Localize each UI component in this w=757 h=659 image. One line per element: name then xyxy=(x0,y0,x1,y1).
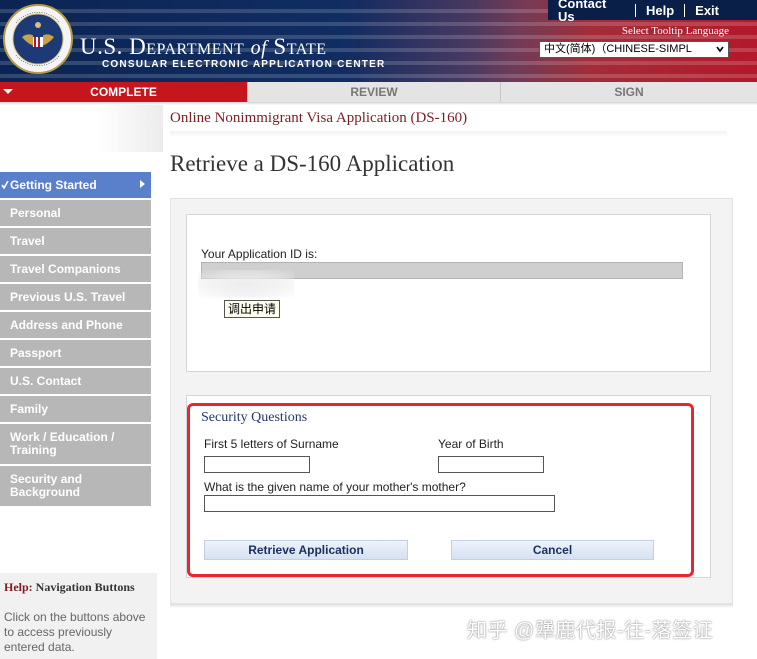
tab-review-label: REVIEW xyxy=(350,85,398,99)
help-text: Click on the buttons above to access pre… xyxy=(4,610,146,654)
redaction-blur xyxy=(198,270,294,298)
tooltip-language-label: Select Tooltip Language xyxy=(621,25,729,37)
help-title-rest: Navigation Buttons xyxy=(32,580,135,594)
mothers-mother-label: What is the given name of your mother's … xyxy=(204,480,466,494)
surname-input[interactable] xyxy=(204,456,310,473)
sidebar-item-label: Security and Background xyxy=(10,472,83,499)
sidebar-item-security-and-background[interactable]: Security and Background xyxy=(0,466,151,506)
year-of-birth-input[interactable] xyxy=(438,456,544,473)
department-seal-icon xyxy=(3,4,73,74)
tab-complete[interactable]: COMPLETE xyxy=(0,82,247,102)
sidebar-item-previous-us-travel[interactable]: Previous U.S. Travel xyxy=(0,284,151,310)
tab-complete-label: COMPLETE xyxy=(90,85,157,99)
security-questions-title: Security Questions xyxy=(201,410,308,425)
dept-title-prefix: U.S. Department xyxy=(80,34,251,59)
dept-title-suffix: State xyxy=(267,34,327,59)
tab-sign: SIGN xyxy=(500,82,757,102)
sidebar-item-label: Previous U.S. Travel xyxy=(10,289,126,304)
sidebar-nav: Getting Started Personal Travel Travel C… xyxy=(0,172,151,508)
sidebar-item-travel[interactable]: Travel xyxy=(0,228,151,254)
watermark: 知乎 @犟鹿代报-往-落签证 xyxy=(467,620,714,642)
retrieve-application-button[interactable]: Retrieve Application xyxy=(204,540,408,560)
sidebar-item-us-contact[interactable]: U.S. Contact xyxy=(0,368,151,394)
sidebar-item-label: Passport xyxy=(10,345,62,360)
department-subtitle: CONSULAR ELECTRONIC APPLICATION CENTER xyxy=(102,59,386,70)
sidebar-item-label: Travel Companions xyxy=(10,261,121,276)
page-title: Retrieve a DS-160 Application xyxy=(170,151,455,176)
panel-shadow xyxy=(170,604,733,608)
sidebar-item-label: Travel xyxy=(10,233,45,248)
left-column-fade xyxy=(0,105,163,152)
dept-title-of: of xyxy=(250,37,268,59)
tab-sign-label: SIGN xyxy=(614,85,644,99)
sidebar-item-address-and-phone[interactable]: Address and Phone xyxy=(0,312,151,338)
help-box: Help: Navigation Buttons Click on the bu… xyxy=(0,573,157,659)
sidebar-item-label: Address and Phone xyxy=(10,317,123,332)
cancel-button[interactable]: Cancel xyxy=(451,540,654,560)
checkmark-icon xyxy=(1,180,9,189)
mothers-mother-input[interactable] xyxy=(204,495,555,512)
sidebar-item-family[interactable]: Family xyxy=(0,396,151,422)
sidebar-item-passport[interactable]: Passport xyxy=(0,340,151,366)
top-links: Contact Us Help Exit xyxy=(548,0,757,23)
sidebar-item-label: U.S. Contact xyxy=(10,373,82,388)
sidebar-item-label: Family xyxy=(10,401,49,416)
arrow-down-icon xyxy=(3,89,13,94)
help-title: Help: Navigation Buttons xyxy=(4,580,135,595)
help-link[interactable]: Help xyxy=(634,3,684,17)
title-rule xyxy=(170,131,727,137)
tab-review: REVIEW xyxy=(247,82,500,102)
retrieve-tooltip-chip: 调出申请 xyxy=(224,300,281,318)
sidebar-item-personal[interactable]: Personal xyxy=(0,200,151,226)
year-of-birth-label: Year of Birth xyxy=(438,437,504,451)
sidebar-item-travel-companions[interactable]: Travel Companions xyxy=(0,256,151,282)
arrow-right-icon xyxy=(140,180,145,188)
language-selected-value: 中文(简体)（CHINESE-SIMPL xyxy=(544,43,692,55)
sidebar-item-label: Personal xyxy=(10,205,61,220)
progress-tabs: COMPLETE REVIEW SIGN xyxy=(0,82,757,102)
application-id-label: Your Application ID is: xyxy=(201,247,318,261)
department-title: U.S. Department of State xyxy=(80,33,327,62)
site-header: U.S. Department of State CONSULAR ELECTR… xyxy=(0,0,757,82)
help-title-highlight: Help: xyxy=(4,580,33,594)
application-title: Online Nonimmigrant Visa Application (DS… xyxy=(170,110,468,126)
exit-link[interactable]: Exit xyxy=(684,3,729,17)
chevron-down-icon xyxy=(716,46,724,53)
sidebar-item-label: Work / Education / Training xyxy=(10,430,115,457)
tooltip-language-select[interactable]: 中文(简体)（CHINESE-SIMPL xyxy=(539,41,729,58)
surname-label: First 5 letters of Surname xyxy=(204,437,339,451)
sidebar-item-getting-started[interactable]: Getting Started xyxy=(0,172,151,198)
contact-us-link[interactable]: Contact Us xyxy=(548,0,635,23)
sidebar-item-work-education-training[interactable]: Work / Education / Training xyxy=(0,424,151,464)
sidebar-item-label: Getting Started xyxy=(10,177,97,192)
